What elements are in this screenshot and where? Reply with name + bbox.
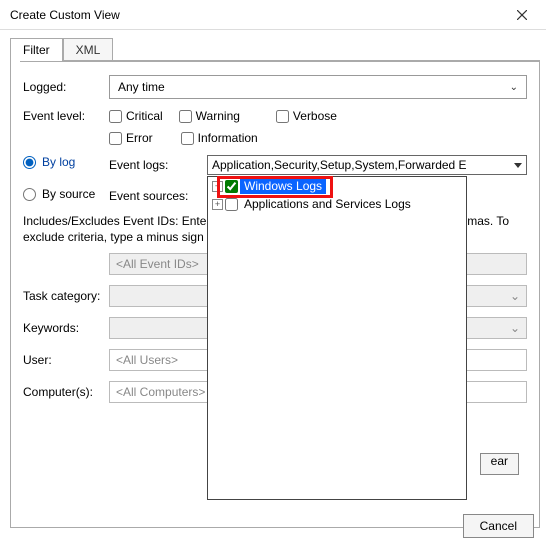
cancel-button[interactable]: Cancel xyxy=(463,514,534,538)
event-logs-combobox[interactable]: Application,Security,Setup,System,Forwar… xyxy=(207,155,527,175)
apps-services-checkbox[interactable] xyxy=(225,198,238,211)
critical-checkbox[interactable]: Critical xyxy=(109,109,163,123)
by-log-radio[interactable]: By log xyxy=(23,155,109,169)
clear-button[interactable]: ear xyxy=(480,453,519,475)
tree-label-apps-services[interactable]: Applications and Services Logs xyxy=(240,196,415,212)
event-logs-dropdown[interactable]: + Windows Logs + Applications and Servic… xyxy=(207,176,467,500)
tree-label-windows-logs[interactable]: Windows Logs xyxy=(240,178,326,194)
close-icon xyxy=(517,10,527,20)
tab-xml[interactable]: XML xyxy=(63,38,114,61)
tree-item-apps-services[interactable]: + Applications and Services Logs xyxy=(208,195,466,213)
by-source-radio[interactable]: By source xyxy=(23,187,109,201)
expand-icon[interactable]: + xyxy=(212,181,223,192)
close-button[interactable] xyxy=(504,4,540,26)
logged-combobox[interactable]: Any time ⌄ xyxy=(109,75,527,99)
expand-icon[interactable]: + xyxy=(212,199,223,210)
chevron-down-icon: ⌄ xyxy=(510,289,520,303)
event-logs-value: Application,Security,Setup,System,Forwar… xyxy=(212,158,467,172)
titlebar: Create Custom View xyxy=(0,0,546,30)
dialog-footer: Cancel xyxy=(463,514,534,538)
warning-checkbox[interactable]: Warning xyxy=(179,109,240,123)
chevron-down-icon xyxy=(514,163,522,168)
task-category-label: Task category: xyxy=(23,289,109,303)
tab-filter[interactable]: Filter xyxy=(10,38,63,61)
event-logs-label: Event logs: xyxy=(109,158,199,172)
window-title: Create Custom View xyxy=(10,8,120,22)
user-label: User: xyxy=(23,353,109,367)
logged-label: Logged: xyxy=(23,80,109,94)
chevron-down-icon: ⌄ xyxy=(510,82,518,93)
logged-value: Any time xyxy=(118,80,165,94)
chevron-down-icon: ⌄ xyxy=(510,321,520,335)
verbose-checkbox[interactable]: Verbose xyxy=(276,109,337,123)
error-checkbox[interactable]: Error xyxy=(109,131,153,145)
computers-label: Computer(s): xyxy=(23,385,109,399)
windows-logs-checkbox[interactable] xyxy=(225,180,238,193)
keywords-label: Keywords: xyxy=(23,321,109,335)
tree-item-windows-logs[interactable]: + Windows Logs xyxy=(208,177,466,195)
tab-strip: Filter XML xyxy=(10,38,546,61)
event-sources-label: Event sources: xyxy=(109,189,199,203)
event-level-label: Event level: xyxy=(23,109,109,123)
information-checkbox[interactable]: Information xyxy=(181,131,258,145)
